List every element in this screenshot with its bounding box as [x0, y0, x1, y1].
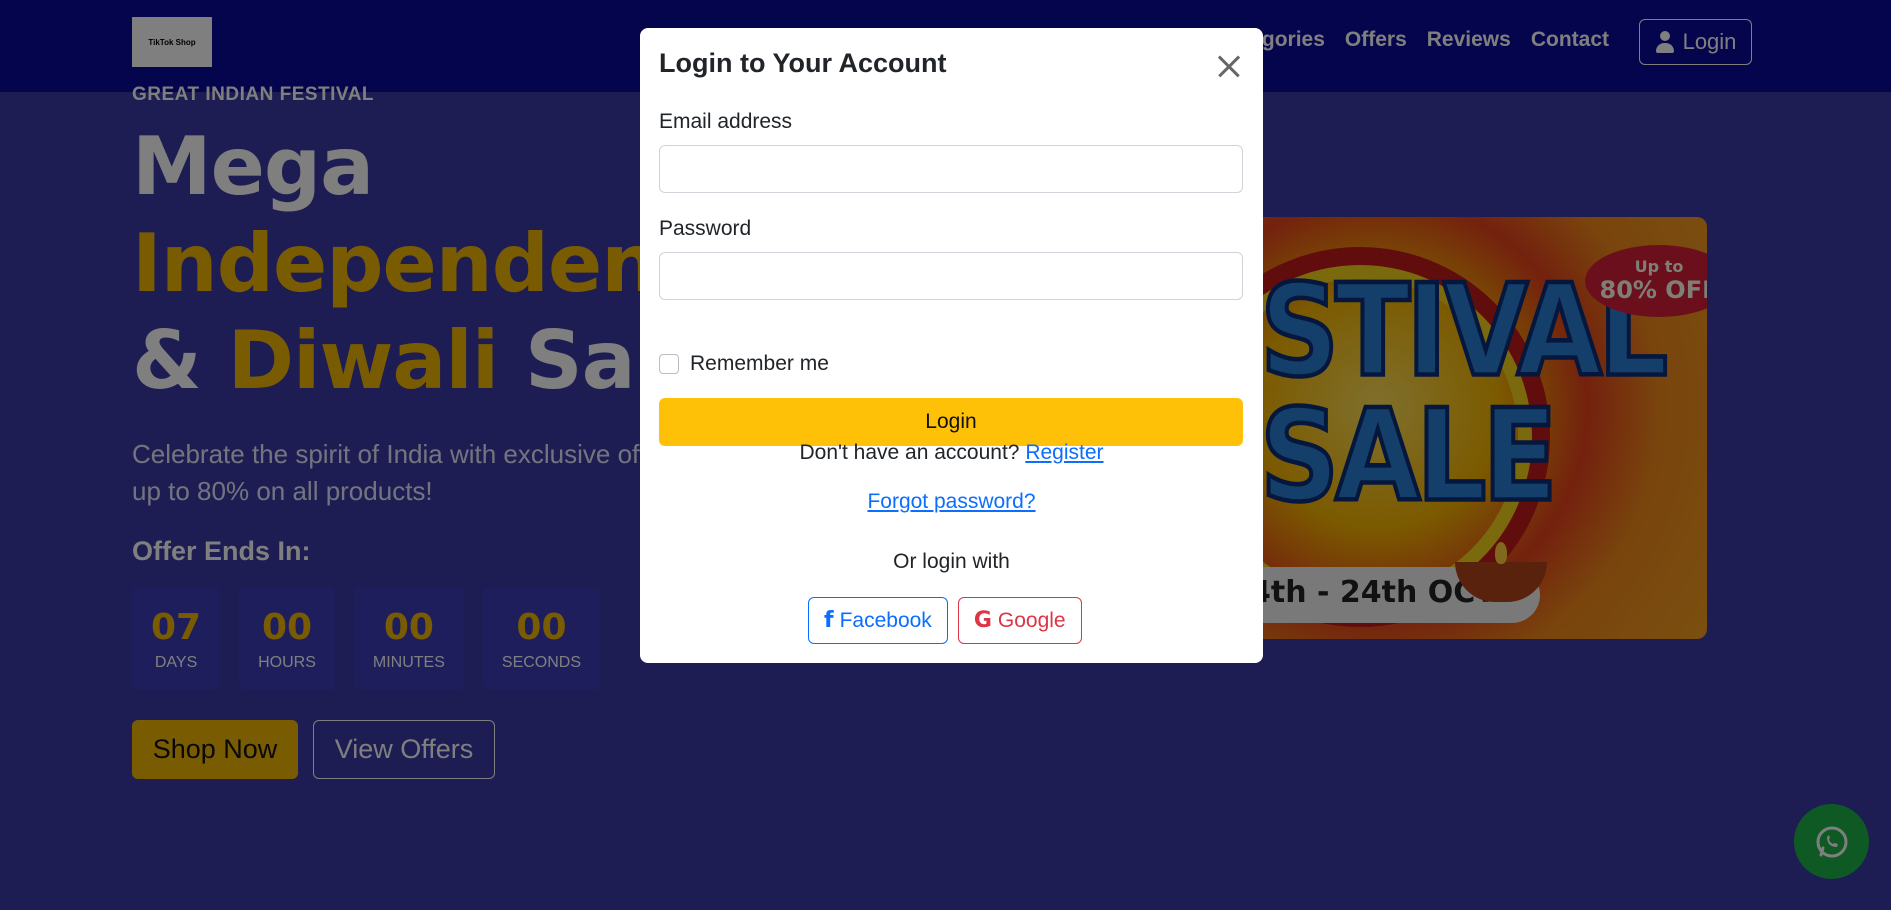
login-modal: Login to Your Account Email address Pass… [640, 28, 1263, 663]
register-link[interactable]: Register [1025, 441, 1103, 464]
facebook-login-button[interactable]: f Facebook [808, 597, 948, 644]
facebook-icon: f [824, 608, 834, 633]
email-input[interactable] [659, 145, 1243, 193]
email-label: Email address [659, 110, 793, 133]
social-login-buttons: f Facebook G Google [808, 597, 1082, 644]
facebook-label: Facebook [839, 608, 932, 632]
or-login-with-text: Or login with [893, 550, 1010, 573]
password-input[interactable] [659, 252, 1243, 300]
password-label: Password [659, 217, 752, 240]
register-prompt-text: Don't have an account? [799, 441, 1026, 464]
login-submit-button[interactable]: Login [659, 398, 1243, 446]
remember-me-label[interactable]: Remember me [690, 352, 829, 376]
forgot-password-row: Forgot password? [640, 490, 1263, 514]
modal-title: Login to Your Account [659, 48, 947, 78]
remember-me-row: Remember me [659, 352, 829, 376]
forgot-password-link[interactable]: Forgot password? [867, 490, 1035, 513]
google-login-button[interactable]: G Google [957, 597, 1082, 644]
remember-me-checkbox[interactable] [659, 354, 679, 374]
register-prompt: Don't have an account? Register [640, 441, 1263, 465]
google-label: Google [997, 608, 1066, 632]
close-icon[interactable] [1213, 50, 1245, 82]
google-icon: G [973, 608, 992, 633]
